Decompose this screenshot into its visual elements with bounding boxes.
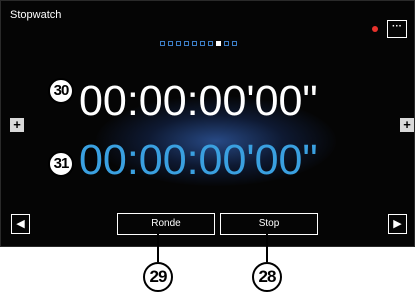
page-dot (200, 41, 205, 46)
page-dot (232, 41, 237, 46)
right-add-button[interactable]: + (400, 118, 414, 132)
lap-timer-display: 00:00:00'00" (79, 136, 318, 184)
lap-callout-leader (157, 234, 159, 262)
recording-indicator-icon (372, 26, 378, 32)
lap-timer-marker: 31 (48, 151, 74, 177)
main-timer-display: 00:00:00'00" (79, 77, 318, 125)
stop-callout-leader (266, 234, 268, 262)
app-title: Stopwatch (10, 9, 62, 21)
page-dot (168, 41, 173, 46)
page-indicator (160, 41, 237, 47)
stop-button[interactable]: Stop (220, 213, 318, 235)
previous-page-button[interactable]: ◀ (11, 214, 30, 234)
stopwatch-screen: Stopwatch ··· 30 00:00:00'00" 31 00:00:0… (0, 0, 415, 247)
page-dot (160, 41, 165, 46)
page-dot (184, 41, 189, 46)
page-dot (224, 41, 229, 46)
page-dot (216, 41, 221, 46)
lap-button[interactable]: Ronde (117, 213, 215, 235)
lap-button-callout: 29 (143, 262, 173, 292)
left-add-button[interactable]: + (10, 118, 24, 132)
page-dot (192, 41, 197, 46)
next-page-button[interactable]: ▶ (388, 214, 407, 234)
page-dot (208, 41, 213, 46)
stop-button-callout: 28 (252, 262, 282, 292)
main-timer-marker: 30 (48, 78, 74, 104)
more-options-button[interactable]: ··· (387, 20, 407, 38)
page-dot (176, 41, 181, 46)
